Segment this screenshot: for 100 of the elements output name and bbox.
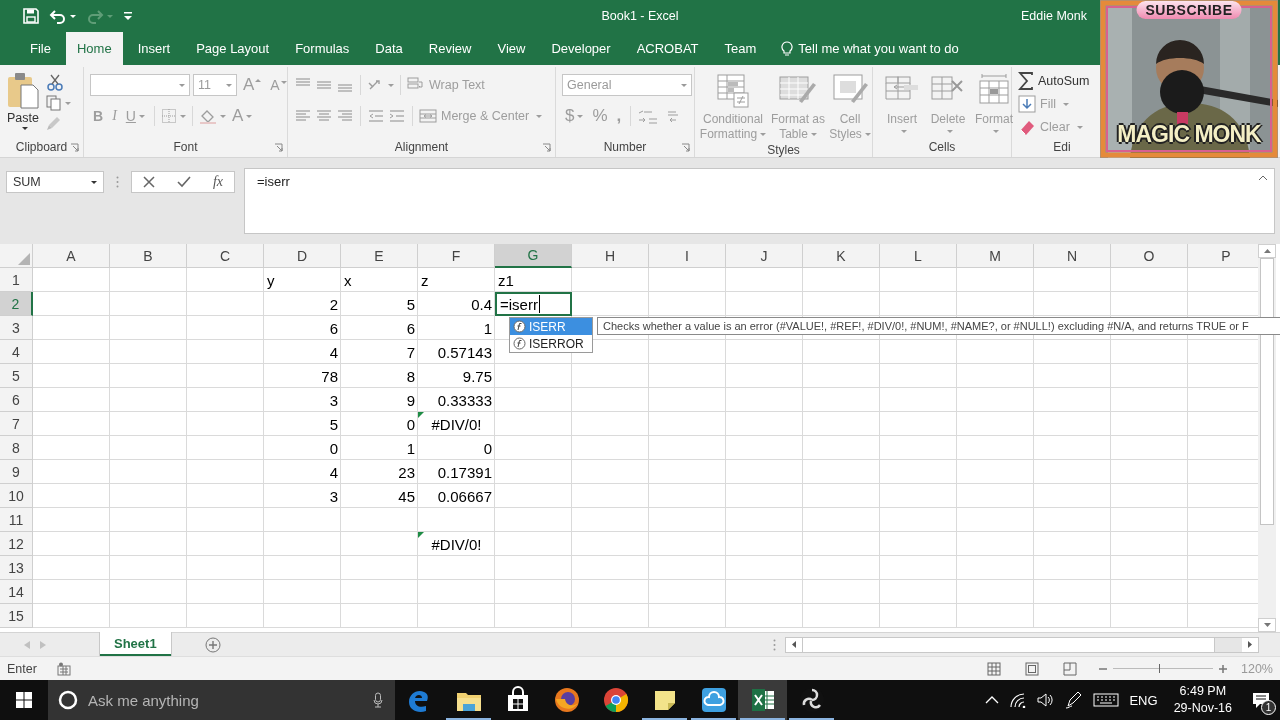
- error-indicator-icon[interactable]: [418, 412, 424, 418]
- ribbon-tab[interactable]: File: [19, 32, 62, 65]
- collapse-icon[interactable]: [1258, 175, 1268, 181]
- column-header[interactable]: H: [572, 244, 649, 268]
- column-header[interactable]: O: [1111, 244, 1188, 268]
- autocomplete-item[interactable]: ISERROR: [510, 335, 592, 352]
- volume-icon[interactable]: [1037, 692, 1056, 708]
- column-header[interactable]: A: [33, 244, 110, 268]
- name-box[interactable]: SUM: [6, 171, 104, 193]
- table-cell-text: 6: [328, 319, 339, 337]
- ribbon-tab[interactable]: Formulas: [284, 32, 361, 65]
- cortana-ring-icon[interactable]: [58, 690, 78, 710]
- drag-handle-icon[interactable]: [773, 638, 776, 651]
- copy-icon: [46, 95, 62, 111]
- function-icon: [513, 320, 526, 333]
- chevron-up-icon[interactable]: [985, 696, 1000, 704]
- column-header[interactable]: P: [1188, 244, 1258, 268]
- clock[interactable]: 6:49 PM 29-Nov-16: [1173, 683, 1232, 717]
- group-label: Styles: [767, 142, 800, 157]
- row-header[interactable]: 2: [0, 292, 33, 316]
- column-header[interactable]: D: [264, 244, 341, 268]
- row-header[interactable]: 4: [0, 340, 33, 364]
- scroll-down-button[interactable]: [1258, 618, 1276, 632]
- row-header[interactable]: 12: [0, 532, 33, 556]
- column-header[interactable]: N: [1034, 244, 1111, 268]
- row-header[interactable]: 1: [0, 268, 33, 292]
- search-box[interactable]: Ask me anything: [48, 680, 395, 720]
- column-header[interactable]: E: [341, 244, 418, 268]
- ribbon-tab[interactable]: Data: [364, 32, 414, 65]
- lightbulb-icon: [781, 40, 794, 57]
- taskbar-button[interactable]: [738, 680, 787, 720]
- scroll-up-button[interactable]: [1258, 244, 1276, 258]
- caret-icon: [992, 130, 999, 133]
- column-header[interactable]: L: [880, 244, 957, 268]
- formula-field[interactable]: =iserr: [244, 168, 1275, 234]
- table-cell-text: 23: [397, 463, 416, 481]
- normal-view-icon[interactable]: [987, 661, 1001, 676]
- column-header[interactable]: G: [495, 244, 572, 268]
- arrow-left-icon: [792, 641, 796, 648]
- user-name[interactable]: Eddie Monk: [1021, 9, 1087, 23]
- scrollbar-thumb[interactable]: [1260, 258, 1274, 525]
- row-header[interactable]: 10: [0, 484, 33, 508]
- column-header[interactable]: J: [726, 244, 803, 268]
- column-header[interactable]: I: [649, 244, 726, 268]
- ribbon-tab[interactable]: Insert: [126, 32, 182, 65]
- row-header[interactable]: 9: [0, 460, 33, 484]
- row-header[interactable]: 15: [0, 604, 33, 628]
- table-cell-text: y: [266, 271, 276, 289]
- ribbon-tab[interactable]: Review: [417, 32, 483, 65]
- zoom-in-icon[interactable]: [1219, 664, 1227, 673]
- insert-function-button[interactable]: fx: [212, 174, 223, 190]
- row-header[interactable]: 14: [0, 580, 33, 604]
- add-sheet-icon[interactable]: [204, 636, 221, 653]
- column-header[interactable]: B: [110, 244, 187, 268]
- table-cell-text: 7: [405, 343, 416, 361]
- error-indicator-icon[interactable]: [418, 532, 424, 538]
- sheet-tab[interactable]: Sheet1: [100, 632, 171, 656]
- row-header[interactable]: 5: [0, 364, 33, 388]
- ribbon-tab[interactable]: Page Layout: [185, 32, 281, 65]
- language-indicator[interactable]: ENG: [1129, 692, 1158, 708]
- caret-icon: [864, 133, 871, 137]
- save-icon: [23, 8, 39, 24]
- column-header[interactable]: F: [418, 244, 495, 268]
- search-field[interactable]: Ask me anything: [86, 690, 365, 710]
- ribbon-tab[interactable]: Developer: [540, 32, 622, 65]
- table-cell-text: 0: [482, 439, 493, 457]
- cancel-icon[interactable]: [142, 176, 155, 188]
- column-header[interactable]: M: [957, 244, 1034, 268]
- subscribe-badge: SUBSCRIBE: [1136, 1, 1242, 19]
- ribbon-tab[interactable]: View: [486, 32, 537, 65]
- caret-icon: [388, 83, 394, 87]
- ribbon-tab[interactable]: Home: [65, 32, 123, 65]
- table-cell-text: #DIV/0!: [430, 415, 483, 433]
- table-cell-text: 3: [328, 487, 339, 505]
- cell-editor[interactable]: =iserr: [495, 292, 572, 316]
- row-header[interactable]: 6: [0, 388, 33, 412]
- select-all-icon[interactable]: [18, 253, 30, 265]
- check-icon[interactable]: [176, 176, 191, 188]
- column-header[interactable]: K: [803, 244, 880, 268]
- row-header[interactable]: 3: [0, 316, 33, 340]
- page-layout-icon[interactable]: [1025, 661, 1039, 676]
- keyboard-icon[interactable]: [1093, 693, 1120, 707]
- macro-record-icon[interactable]: [56, 661, 71, 676]
- caret-icon: [536, 114, 543, 118]
- table-cell-text: x: [343, 271, 353, 289]
- ribbon-tab[interactable]: ACROBAT: [625, 32, 710, 65]
- row-header[interactable]: 13: [0, 556, 33, 580]
- drag-handle-icon[interactable]: [116, 176, 119, 188]
- microphone-icon[interactable]: [373, 692, 383, 708]
- page-break-icon[interactable]: [1063, 661, 1077, 676]
- table-cell-text: z: [420, 271, 430, 289]
- pen-icon[interactable]: [1065, 691, 1084, 709]
- column-header[interactable]: C: [187, 244, 264, 268]
- horizontal-scrollbar[interactable]: [785, 636, 1259, 653]
- tell-me-field[interactable]: Tell me what you want to do: [798, 41, 959, 56]
- wifi-icon[interactable]: [1009, 692, 1028, 708]
- row-header[interactable]: 8: [0, 436, 33, 460]
- row-header[interactable]: 11: [0, 508, 33, 532]
- ribbon-tab[interactable]: Team: [713, 32, 768, 65]
- row-header[interactable]: 7: [0, 412, 33, 436]
